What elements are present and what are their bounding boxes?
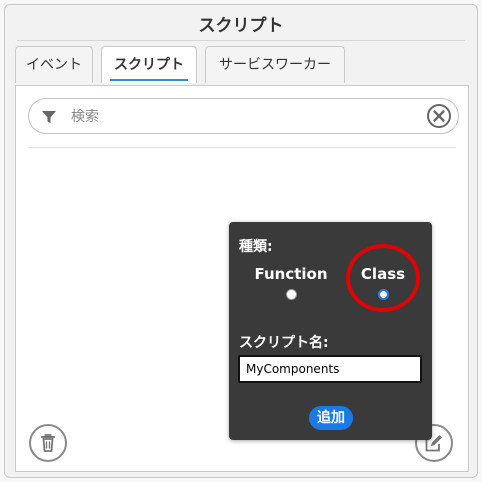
window-title: スクリプト — [198, 16, 284, 36]
filter-icon[interactable] — [40, 108, 58, 126]
option-function-label: Function — [254, 265, 328, 283]
script-name-input[interactable] — [238, 355, 422, 383]
tab-events[interactable]: イベント — [15, 46, 93, 83]
search-input[interactable] — [69, 105, 413, 129]
tab-service-workers[interactable]: サービスワーカー — [205, 46, 345, 83]
panel-divider — [28, 147, 456, 148]
tab-scripts[interactable]: スクリプト — [101, 46, 197, 83]
new-script-popup: 種類: Function Class スクリプト名: 追加 — [229, 222, 432, 440]
function-radio[interactable] — [285, 289, 297, 300]
active-tab-indicator — [110, 79, 188, 81]
kind-label: 種類: — [239, 239, 273, 255]
script-name-label: スクリプト名: — [239, 335, 329, 351]
close-circle-icon[interactable] — [426, 103, 452, 129]
search-bar — [28, 98, 459, 134]
add-button[interactable]: 追加 — [309, 406, 353, 430]
tab-scripts-label: スクリプト — [114, 57, 184, 73]
title-divider — [17, 40, 465, 41]
highlight-annotation — [346, 244, 420, 312]
option-function[interactable]: Function — [246, 265, 336, 300]
delete-button[interactable] — [29, 424, 67, 462]
trash-icon — [41, 434, 55, 452]
